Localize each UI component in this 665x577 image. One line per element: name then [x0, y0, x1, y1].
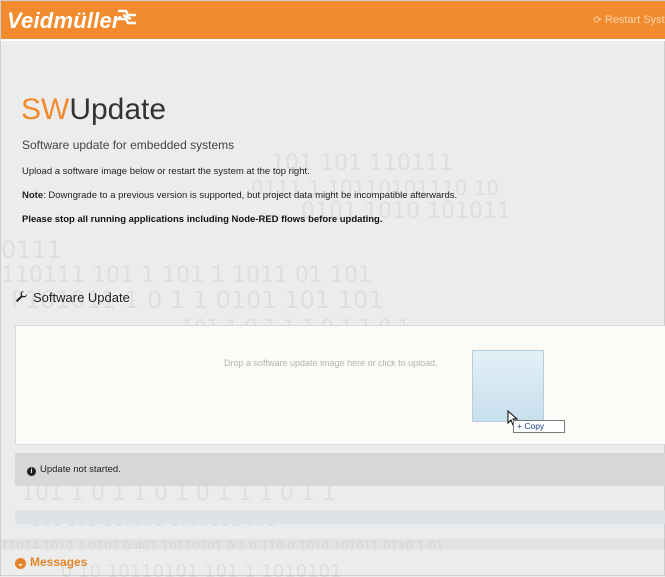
drag-copy-tooltip: + Copy: [513, 420, 565, 433]
divider: [1, 539, 665, 549]
restart-label: Restart System: [604, 14, 665, 26]
note-body: : Downgrade to a previous version is sup…: [43, 190, 458, 201]
page-title: SWUpdate: [21, 93, 166, 127]
update-status-bar: i Update not started.: [15, 453, 665, 486]
instruction-text: Upload a software image below or restart…: [22, 166, 310, 177]
update-progress-bar: [15, 510, 665, 524]
refresh-icon: ⟳: [593, 15, 602, 26]
warning-text: Please stop all running applications inc…: [22, 214, 383, 225]
messages-label: Messages: [30, 555, 88, 569]
brand-logo: Veidmüller: [7, 8, 121, 33]
dropzone-hint: Drop a software update image here or cli…: [224, 358, 438, 368]
brand-logo-icon: [118, 9, 136, 25]
note-text: Note: Downgrade to a previous version is…: [22, 190, 457, 201]
software-update-heading: Software Update: [15, 290, 130, 305]
page-subtitle: Software update for embedded systems: [22, 138, 235, 152]
upload-dropzone[interactable]: Drop a software update image here or cli…: [15, 325, 665, 445]
note-label: Note: [22, 190, 44, 201]
info-icon: i: [27, 467, 36, 476]
chevron-down-icon: ⌄: [15, 558, 26, 569]
messages-toggle[interactable]: ⌄ Messages: [15, 555, 87, 569]
page-title-prefix: SW: [21, 93, 70, 126]
page-title-rest: Update: [69, 93, 167, 126]
restart-system-button[interactable]: ⟳Restart System: [593, 14, 665, 26]
software-update-heading-label: Software Update: [33, 290, 130, 305]
update-status-text: Update not started.: [40, 464, 121, 475]
wrench-icon: [15, 290, 28, 303]
top-bar: Veidmüller ⟳Restart System: [1, 1, 665, 41]
update-status: i Update not started.: [27, 464, 121, 476]
